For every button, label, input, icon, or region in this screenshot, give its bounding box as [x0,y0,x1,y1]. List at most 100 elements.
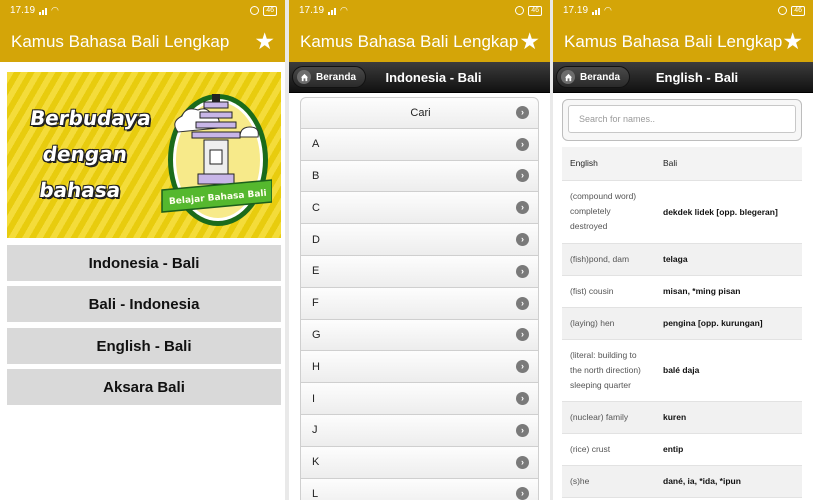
table-row[interactable]: (fish)pond, dam telaga [562,243,802,276]
home-icon [297,70,311,84]
status-time: 17.19 [10,5,36,16]
status-time: 17.19 [299,5,325,16]
chevron-right-icon: › [516,233,529,247]
bali-cell: pengina [opp. kurungan] [655,307,802,340]
english-cell: (fist) cousin [562,275,655,308]
list-item-letter[interactable]: F › [300,287,539,320]
home-screen: 17.19 ◠ 46 Kamus Bahasa Bali Lengkap ★ B… [0,0,285,500]
alarm-icon [778,6,788,15]
english-bali-screen: 17.19 ◠ 46 Kamus Bahasa Bali Lengkap ★ B… [553,0,813,500]
table-row[interactable]: (compound word) completely destroyed dek… [562,180,802,244]
banner-image: Berbudaya dengan bahasa Belajar Bahasa B… [7,72,281,238]
list-item-letter[interactable]: H › [300,351,539,384]
chevron-right-icon: › [516,360,529,374]
star-icon[interactable]: ★ [519,30,540,53]
bali-cell: kuren [655,401,802,434]
list-item-cari[interactable]: Cari › [300,97,539,129]
table-header-row: English Bali [562,147,802,181]
search-input[interactable] [568,105,796,133]
menu-bali-indonesia-button[interactable]: Bali - Indonesia [7,286,281,322]
page-header: Beranda English - Bali [553,62,813,93]
list-item-letter[interactable]: L › [300,478,539,500]
english-cell: (compound word) completely destroyed [562,180,655,244]
table-row[interactable]: (nuclear) family kuren [562,401,802,434]
wifi-icon: ◠ [340,5,348,15]
back-home-label: Beranda [316,71,357,83]
banner-slogan: Berbudaya dengan bahasa [28,106,153,202]
search-container [562,99,802,141]
chevron-right-icon: › [516,169,529,183]
signal-icon [592,7,601,15]
menu-indonesia-bali-button[interactable]: Indonesia - Bali [7,245,281,281]
battery-indicator: 46 [528,5,542,16]
list-item-letter[interactable]: G › [300,319,539,352]
menu-aksara-bali-button[interactable]: Aksara Bali [7,369,281,405]
bali-cell: balé daja [655,339,802,402]
page-header: Beranda Indonesia - Bali [289,62,550,93]
chevron-right-icon: › [516,328,529,342]
battery-indicator: 46 [263,5,277,16]
app-title: Kamus Bahasa Bali Lengkap [300,31,519,51]
table-row[interactable]: (fist) cousin misan, *ming pisan [562,275,802,308]
back-home-label: Beranda [580,71,621,83]
table-row[interactable]: (literal: building to the north directio… [562,339,802,402]
app-title: Kamus Bahasa Bali Lengkap [11,31,230,51]
chevron-right-icon: › [516,137,529,151]
list-item-letter[interactable]: C › [300,192,539,225]
english-cell: (fish)pond, dam [562,243,655,276]
battery-indicator: 46 [791,5,805,16]
chevron-right-icon: › [516,201,529,215]
chevron-right-icon: › [516,264,529,278]
english-cell: (rice) crust [562,433,655,466]
bali-cell: entip [655,433,802,466]
app-bar: Kamus Bahasa Bali Lengkap ★ [289,21,550,62]
temple-emblem-icon: Belajar Bahasa Bali [161,94,272,226]
alarm-icon [515,6,525,15]
bali-cell: telaga [655,243,802,276]
chevron-right-icon: › [516,296,529,310]
column-header-english: English [562,147,655,181]
app-bar: Kamus Bahasa Bali Lengkap ★ [553,21,813,62]
list-item-letter[interactable]: B › [300,160,539,193]
english-cell: (laying) hen [562,307,655,340]
list-item-letter[interactable]: I › [300,383,539,415]
back-home-button[interactable]: Beranda [292,66,367,88]
english-cell: (s)he [562,465,655,498]
list-item-letter[interactable]: E › [300,255,539,288]
chevron-right-icon: › [516,423,529,437]
indonesia-bali-screen: 17.19 ◠ 46 Kamus Bahasa Bali Lengkap ★ B… [289,0,550,500]
table-row[interactable]: (rice) crust entip [562,433,802,466]
wifi-icon: ◠ [604,5,612,15]
bali-cell: dekdek lidek [opp. blegeran] [655,180,802,244]
star-icon[interactable]: ★ [254,30,275,53]
app-bar: Kamus Bahasa Bali Lengkap ★ [0,21,285,62]
home-icon [561,70,575,84]
star-icon[interactable]: ★ [782,30,803,53]
back-home-button[interactable]: Beranda [556,66,631,88]
chevron-right-icon: › [516,455,529,469]
list-item-label: Cari [410,106,431,119]
english-cell: (literal: building to the north directio… [562,339,655,402]
bali-cell: misan, *ming pisan [655,275,802,308]
status-bar: 17.19 ◠ 46 [0,0,285,21]
status-bar: 17.19 ◠ 46 [289,0,550,21]
english-cell: (nuclear) family [562,401,655,434]
dictionary-table: English Bali (compound word) completely … [562,147,802,498]
list-item-letter[interactable]: D › [300,224,539,256]
letter-list: Cari › A › B › C › D › E › F › G › H › I › J › K › … [300,97,539,500]
chevron-right-icon: › [516,392,529,406]
list-item-letter[interactable]: A › [300,128,539,161]
app-title: Kamus Bahasa Bali Lengkap [564,31,783,51]
chevron-right-icon: › [516,487,529,500]
bali-cell: dané, ia, *ida, *ipun [655,465,802,498]
column-header-bali: Bali [655,147,802,181]
signal-icon [39,7,48,15]
list-item-letter[interactable]: J › [300,414,539,447]
table-row[interactable]: (laying) hen pengina [opp. kurungan] [562,307,802,340]
menu-english-bali-button[interactable]: English - Bali [7,328,281,364]
status-bar: 17.19 ◠ 46 [553,0,813,21]
status-time: 17.19 [563,5,589,16]
table-row[interactable]: (s)he dané, ia, *ida, *ipun [562,465,802,498]
signal-icon [328,7,337,15]
list-item-letter[interactable]: K › [300,446,539,479]
